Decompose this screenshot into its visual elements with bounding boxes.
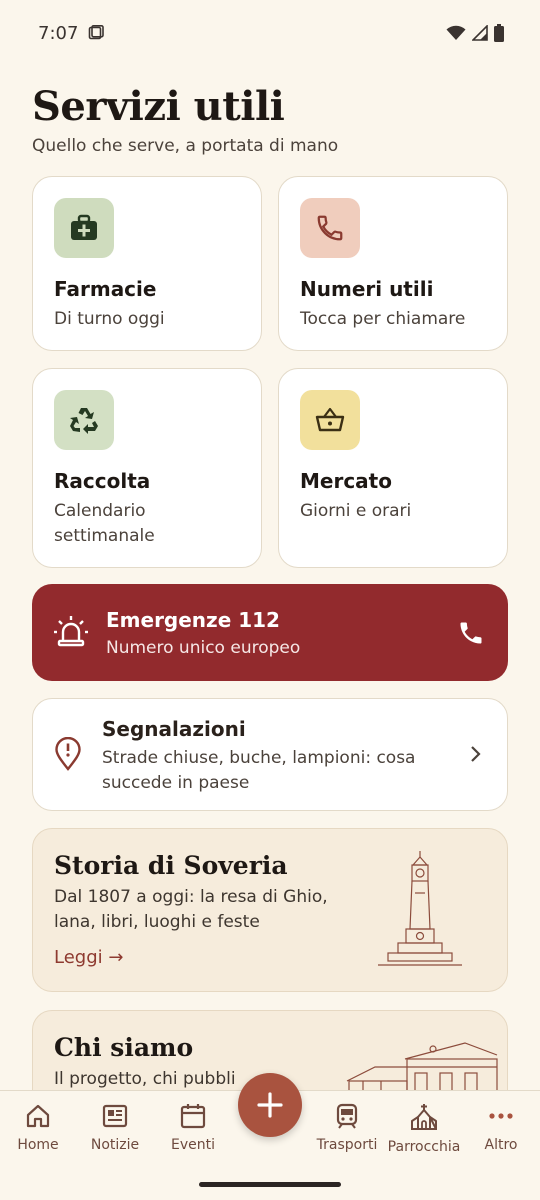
nav-trasporti[interactable]: Trasporti bbox=[305, 1103, 389, 1153]
nav-label: Notizie bbox=[90, 1137, 140, 1153]
nav-label: Parrocchia bbox=[387, 1139, 461, 1155]
history-card[interactable]: Storia di Soveria Dal 1807 a oggi: la re… bbox=[32, 828, 508, 992]
nav-label: Eventi bbox=[171, 1137, 215, 1153]
train-icon bbox=[336, 1103, 358, 1129]
home-icon bbox=[26, 1104, 50, 1128]
calendar-icon bbox=[180, 1104, 206, 1129]
medical-bag-icon bbox=[71, 214, 97, 240]
tile-raccolta[interactable]: Raccolta Calendario settimanale bbox=[32, 368, 262, 568]
wifi-icon bbox=[446, 25, 466, 40]
page-header: Servizi utili Quello che serve, a portat… bbox=[32, 83, 508, 157]
nav-eventi[interactable]: Eventi bbox=[151, 1103, 235, 1153]
basket-icon bbox=[315, 407, 345, 432]
about-subtitle: Il progetto, chi pubbli bbox=[54, 1069, 236, 1089]
tile-numeri-utili[interactable]: Numeri utili Tocca per chiamare bbox=[278, 176, 508, 351]
tile-farmacie[interactable]: Farmacie Di turno oggi bbox=[32, 176, 262, 351]
emergency-subtitle: Numero unico europeo bbox=[106, 638, 301, 658]
newspaper-icon bbox=[102, 1104, 128, 1128]
more-icon bbox=[489, 1113, 513, 1119]
read-more-link[interactable]: Leggi → bbox=[54, 947, 123, 968]
tile-subtitle: Tocca per chiamare bbox=[300, 309, 466, 329]
tile-mercato[interactable]: Mercato Giorni e orari bbox=[278, 368, 508, 568]
siren-icon bbox=[54, 616, 88, 647]
nav-label: Home bbox=[17, 1137, 59, 1153]
screenshot-notification-icon bbox=[89, 25, 105, 40]
about-title: Chi siamo bbox=[54, 1033, 194, 1062]
status-bar: 7:07 bbox=[0, 0, 540, 66]
phone-icon bbox=[317, 215, 343, 241]
history-subtitle: Dal 1807 a oggi: la resa di Ghio, lana, … bbox=[54, 887, 328, 932]
building-illustration bbox=[346, 1042, 498, 1097]
emergency-title: Emergenze 112 bbox=[106, 608, 280, 632]
emergency-call-banner[interactable]: Emergenze 112 Numero unico europeo bbox=[32, 584, 508, 681]
recycle-icon bbox=[70, 408, 98, 434]
tile-title: Numeri utili bbox=[300, 277, 434, 301]
reports-title: Segnalazioni bbox=[102, 717, 246, 741]
gesture-navigation-bar[interactable] bbox=[199, 1182, 341, 1187]
tile-subtitle: Giorni e orari bbox=[300, 501, 412, 521]
nav-home[interactable]: Home bbox=[0, 1103, 80, 1153]
plus-icon bbox=[257, 1092, 283, 1118]
tile-icon-bg bbox=[54, 390, 114, 450]
reports-subtitle: Strade chiuse, buche, lampioni: cosa suc… bbox=[102, 748, 416, 793]
nav-label: Altro bbox=[484, 1137, 518, 1153]
nav-parrocchia[interactable]: Parrocchia bbox=[382, 1103, 466, 1155]
tile-title: Raccolta bbox=[54, 469, 151, 493]
tile-subtitle: Di turno oggi bbox=[54, 309, 165, 329]
nav-label: Trasporti bbox=[316, 1137, 378, 1153]
history-title: Storia di Soveria bbox=[54, 851, 288, 880]
page-title: Servizi utili bbox=[32, 83, 285, 130]
signal-icon bbox=[472, 25, 488, 41]
church-icon bbox=[411, 1104, 437, 1130]
tile-icon-bg bbox=[300, 390, 360, 450]
nav-notizie[interactable]: Notizie bbox=[73, 1103, 157, 1153]
add-fab-button[interactable] bbox=[238, 1073, 302, 1137]
nav-altro[interactable]: Altro bbox=[459, 1103, 540, 1153]
page-subtitle: Quello che serve, a portata di mano bbox=[32, 136, 339, 156]
chevron-right-icon bbox=[471, 746, 481, 762]
battery-icon bbox=[494, 24, 504, 42]
tile-title: Mercato bbox=[300, 469, 392, 493]
reports-card[interactable]: Segnalazioni Strade chiuse, buche, lampi… bbox=[32, 698, 508, 811]
tile-icon-bg bbox=[300, 198, 360, 258]
monument-illustration bbox=[378, 851, 462, 966]
status-time: 7:07 bbox=[38, 22, 79, 44]
tile-subtitle: Calendario settimanale bbox=[54, 501, 155, 546]
tile-title: Farmacie bbox=[54, 277, 157, 301]
location-alert-icon bbox=[55, 737, 81, 771]
tile-icon-bg bbox=[54, 198, 114, 258]
phone-call-icon[interactable] bbox=[457, 619, 485, 647]
